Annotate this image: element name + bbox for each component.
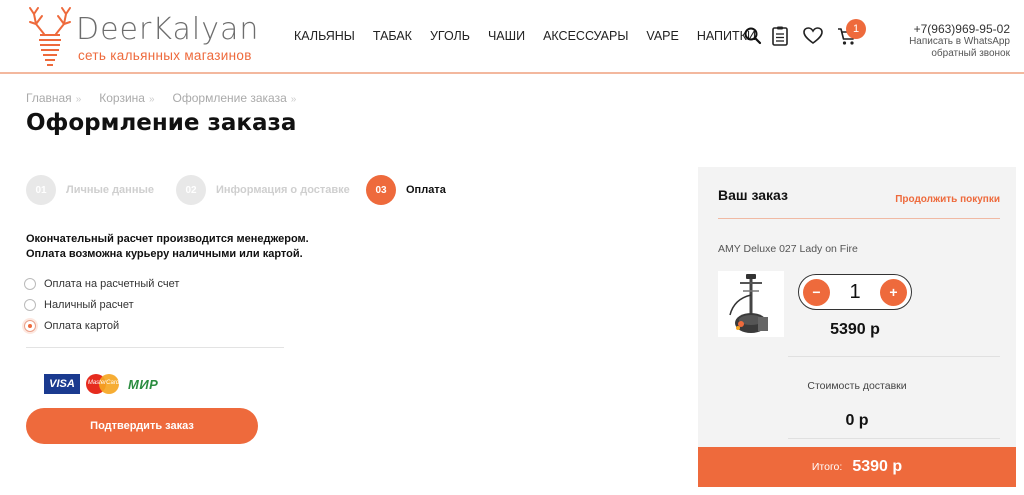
- phone-number[interactable]: +7(963)969-95-02: [909, 22, 1010, 36]
- continue-shopping-link[interactable]: Продолжить покупки: [895, 194, 1000, 205]
- search-icon[interactable]: [742, 25, 764, 47]
- breadcrumb-separator: »: [75, 94, 82, 105]
- logo[interactable]: DeerKalyan сеть кальянных магазинов: [22, 4, 282, 70]
- hookah-image: [729, 274, 768, 333]
- heart-icon[interactable]: [802, 25, 824, 47]
- breadcrumb: Главная» Корзина» Оформление заказа»: [26, 91, 314, 105]
- total-bar: Итого: 5390 р: [698, 447, 1016, 487]
- payment-option-label: Наличный расчет: [44, 299, 134, 311]
- breadcrumb-home-label: Главная: [26, 91, 72, 105]
- payment-option-card[interactable]: Оплата картой: [24, 320, 119, 332]
- quantity-stepper: − 1 +: [798, 274, 912, 310]
- divider: [718, 218, 1000, 219]
- step-number: 02: [176, 175, 206, 205]
- order-title: Ваш заказ: [718, 187, 788, 203]
- step-personal-data[interactable]: 01 Личные данные: [26, 175, 154, 205]
- step-number: 01: [26, 175, 56, 205]
- item-price: 5390 р: [830, 321, 880, 338]
- breadcrumb-cart-label: Корзина: [99, 91, 145, 105]
- breadcrumb-checkout: Оформление заказа»: [173, 91, 297, 105]
- breadcrumb-cart[interactable]: Корзина»: [99, 91, 154, 105]
- site-header: DeerKalyan сеть кальянных магазинов КАЛЬ…: [0, 0, 1024, 74]
- total-value: 5390 р: [852, 458, 903, 475]
- decrease-quantity-button[interactable]: −: [803, 278, 830, 306]
- step-label: Личные данные: [66, 184, 154, 196]
- step-label: Информация о доставке: [216, 184, 350, 196]
- nav-item-coal[interactable]: УГОЛЬ: [430, 29, 470, 43]
- cart-count-badge: 1: [846, 19, 866, 39]
- total-label: Итого:: [811, 461, 843, 473]
- increase-quantity-button[interactable]: +: [880, 278, 907, 306]
- nav-item-tobacco[interactable]: ТАБАК: [373, 29, 412, 43]
- deer-logo-icon: [29, 7, 71, 66]
- payment-option-bank-transfer[interactable]: Оплата на расчетный счет: [24, 278, 179, 290]
- main-nav: КАЛЬЯНЫ ТАБАК УГОЛЬ ЧАШИ АКСЕССУАРЫ VAPE…: [294, 29, 774, 43]
- confirm-order-button[interactable]: Подтвердить заказ: [26, 408, 258, 444]
- mastercard-text: MasterCard: [87, 380, 120, 386]
- divider: [788, 438, 1000, 439]
- radio-button-checked[interactable]: [24, 320, 36, 332]
- radio-button[interactable]: [24, 278, 36, 290]
- payment-note: Окончательный расчет производится менедж…: [26, 232, 326, 262]
- breadcrumb-separator: »: [290, 94, 297, 105]
- brand-name: DeerKalyan: [76, 12, 260, 47]
- divider: [26, 347, 284, 348]
- product-name[interactable]: AMY Deluxe 027 Lady on Fire: [718, 243, 858, 255]
- callback-link[interactable]: обратный звонок: [909, 48, 1010, 60]
- nav-item-bowls[interactable]: ЧАШИ: [488, 29, 525, 43]
- divider: [788, 356, 1000, 357]
- brand-tagline: сеть кальянных магазинов: [78, 48, 252, 63]
- radio-button[interactable]: [24, 299, 36, 311]
- contacts-block: +7(963)969-95-02 Написать в WhatsApp обр…: [909, 22, 1010, 60]
- mir-logo: МИР: [128, 376, 159, 392]
- breadcrumb-home[interactable]: Главная»: [26, 91, 81, 105]
- step-label: Оплата: [406, 184, 446, 196]
- payment-note-line: Оплата возможна курьеру наличными или ка…: [26, 248, 303, 260]
- payment-option-label: Оплата картой: [44, 320, 120, 332]
- breadcrumb-separator: »: [148, 94, 155, 105]
- mastercard-logo: MasterCard: [86, 373, 120, 395]
- breadcrumb-checkout-label: Оформление заказа: [172, 91, 287, 105]
- delivery-cost-label: Стоимость доставки: [807, 380, 907, 392]
- nav-item-hookahs[interactable]: КАЛЬЯНЫ: [294, 29, 355, 43]
- step-number: 03: [366, 175, 396, 205]
- step-payment[interactable]: 03 Оплата: [366, 175, 446, 205]
- delivery-cost-value: 0 р: [845, 412, 869, 429]
- order-summary-panel: Ваш заказ Продолжить покупки AMY Deluxe …: [698, 167, 1016, 487]
- clipboard-icon[interactable]: [769, 25, 791, 47]
- nav-item-accessories[interactable]: АКСЕССУАРЫ: [543, 29, 628, 43]
- payment-option-label: Оплата на расчетный счет: [44, 278, 180, 290]
- quantity-value[interactable]: 1: [849, 281, 860, 304]
- step-delivery-info[interactable]: 02 Информация о доставке: [176, 175, 350, 205]
- product-image[interactable]: [718, 271, 784, 337]
- nav-item-vape[interactable]: VAPE: [646, 29, 678, 43]
- payment-note-line: Окончательный расчет производится менедж…: [26, 233, 309, 245]
- payment-logos: VISA MasterCard МИР: [44, 373, 158, 395]
- visa-logo: VISA: [44, 374, 80, 394]
- page-title: Оформление заказа: [26, 110, 297, 136]
- whatsapp-link[interactable]: Написать в WhatsApp: [909, 36, 1010, 48]
- payment-option-cash[interactable]: Наличный расчет: [24, 299, 134, 311]
